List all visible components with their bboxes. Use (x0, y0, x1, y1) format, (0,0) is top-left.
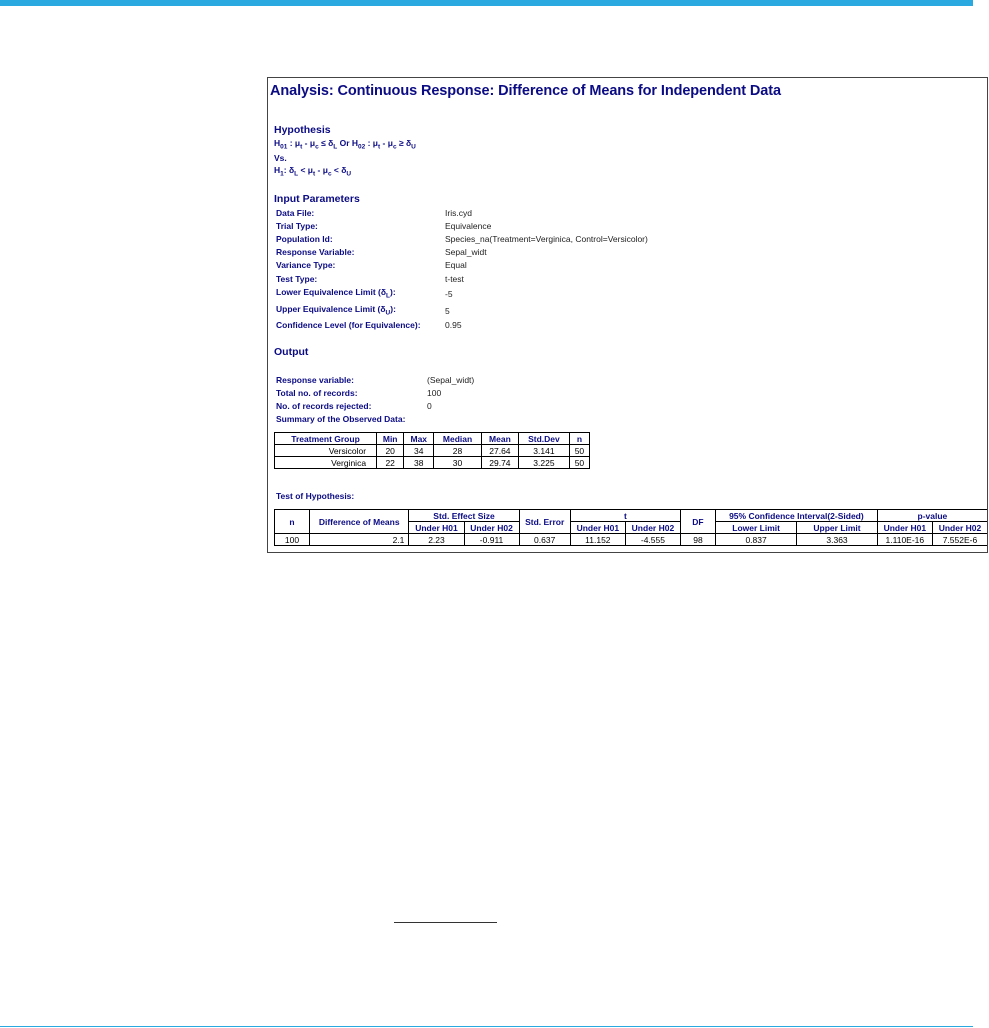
output-heading: Output (274, 346, 309, 358)
column-header: Mean (480, 432, 519, 445)
table-cell: 20 (376, 444, 405, 457)
column-header: Median (433, 432, 482, 445)
table-cell: -4.555 (624, 533, 681, 546)
param-value: Iris.cyd (445, 208, 472, 218)
table-cell: 3.141 (517, 444, 570, 457)
table-cell: 50 (568, 456, 591, 469)
output-value: 0 (427, 401, 432, 411)
param-value: t-test (445, 274, 464, 284)
confidence-value: 0.95 (445, 320, 462, 330)
column-header: Std. Effect Size (408, 509, 520, 522)
output-label: Total no. of records: (276, 388, 358, 398)
table-cell: 11.152 (569, 533, 626, 546)
column-header: Lower Limit (714, 521, 798, 534)
column-header: Under H02 (463, 521, 520, 534)
table-cell: 34 (403, 444, 435, 457)
column-header: t (569, 509, 681, 522)
column-header: Difference of Means (308, 509, 410, 534)
table-cell: 7.552E-6 (931, 533, 987, 546)
upper-limit-label: Upper Equivalence Limit (δU): (276, 304, 396, 317)
table-row: 100 2.1 2.23 -0.911 0.637 11.152 -4.555 … (274, 533, 987, 546)
table-cell: 2.1 (308, 533, 410, 546)
column-header: 95% Confidence Interval(2-Sided) (714, 509, 878, 522)
output-value: 100 (427, 388, 442, 398)
param-label: Trial Type: (276, 221, 318, 231)
test-of-hypothesis-label: Test of Hypothesis: (276, 491, 355, 501)
table-row: Versicolor 20 34 28 27.64 3.141 50 (273, 444, 591, 457)
versus-text: Vs. (274, 153, 287, 163)
column-header: Under H02 (931, 521, 987, 534)
column-header: DF (679, 509, 716, 534)
table-row: Verginica 22 38 30 29.74 3.225 50 (273, 456, 591, 469)
table-cell: 0.837 (714, 533, 798, 546)
column-header: Max (403, 432, 435, 445)
table-cell: 22 (376, 456, 405, 469)
table-cell: 1.110E-16 (876, 533, 933, 546)
table-cell: 28 (433, 444, 482, 457)
table-cell: 98 (679, 533, 716, 546)
column-header: Under H01 (876, 521, 933, 534)
param-label: Test Type: (276, 274, 318, 284)
alternative-hypothesis: H1: δL < μt - μc < δU (274, 165, 352, 178)
output-label: Response variable: (276, 375, 354, 385)
table-cell: 38 (403, 456, 435, 469)
param-label: Response Variable: (276, 247, 355, 257)
table-cell: -0.911 (463, 533, 520, 546)
table-cell: 0.637 (518, 533, 571, 546)
param-label: Population Id: (276, 234, 333, 244)
param-value: Equivalence (445, 221, 492, 231)
analysis-report: Analysis: Continuous Response: Differenc… (267, 77, 988, 553)
column-header: Treatment Group (273, 432, 378, 445)
hypothesis-test-table: n Difference of Means Std. Effect Size S… (274, 509, 987, 546)
upper-limit-value: 5 (445, 306, 450, 316)
param-value: Equal (445, 260, 467, 270)
table-cell: 27.64 (480, 444, 519, 457)
confidence-label: Confidence Level (for Equivalence): (276, 320, 421, 330)
table-cell: 30 (433, 456, 482, 469)
hypothesis-heading: Hypothesis (274, 124, 331, 136)
column-header: n (274, 509, 310, 534)
column-header: Upper Limit (796, 521, 878, 534)
bottom-rule (0, 1026, 973, 1027)
column-header: n (568, 432, 591, 445)
param-label: Data File: (276, 208, 315, 218)
table-cell: 100 (274, 533, 310, 546)
column-header: Under H02 (624, 521, 681, 534)
column-header: Under H01 (408, 521, 465, 534)
table-cell: 50 (568, 444, 591, 457)
table-cell: 3.363 (796, 533, 878, 546)
column-header: Min (376, 432, 405, 445)
param-label: Variance Type: (276, 260, 336, 270)
column-header: Std. Error (518, 509, 571, 534)
column-header: Under H01 (569, 521, 626, 534)
summary-label: Summary of the Observed Data: (276, 414, 406, 424)
table-cell: 29.74 (480, 456, 519, 469)
footnote-rule (394, 922, 497, 923)
lower-limit-label: Lower Equivalence Limit (δL): (276, 287, 396, 300)
column-header: Std.Dev (517, 432, 570, 445)
table-cell: 2.23 (408, 533, 465, 546)
report-title: Analysis: Continuous Response: Differenc… (270, 83, 781, 99)
table-cell: Versicolor (273, 444, 378, 457)
table-header-row: n Difference of Means Std. Effect Size S… (274, 509, 987, 534)
param-value: Species_na(Treatment=Verginica, Control=… (445, 234, 648, 244)
table-cell: 3.225 (517, 456, 570, 469)
param-value: Sepal_widt (445, 247, 487, 257)
output-label: No. of records rejected: (276, 401, 372, 411)
summary-table: Treatment Group Min Max Median Mean Std.… (273, 432, 591, 469)
input-parameters-heading: Input Parameters (274, 193, 360, 205)
column-header: p-value (876, 509, 987, 522)
lower-limit-value: -5 (445, 289, 453, 299)
table-cell: Verginica (273, 456, 378, 469)
null-hypothesis: H01 : μt - μc ≤ δL Or H02 : μt - μc ≥ δU (274, 138, 416, 151)
table-header-row: Treatment Group Min Max Median Mean Std.… (273, 432, 591, 445)
top-accent-bar (0, 0, 973, 6)
output-value: (Sepal_widt) (427, 375, 475, 385)
